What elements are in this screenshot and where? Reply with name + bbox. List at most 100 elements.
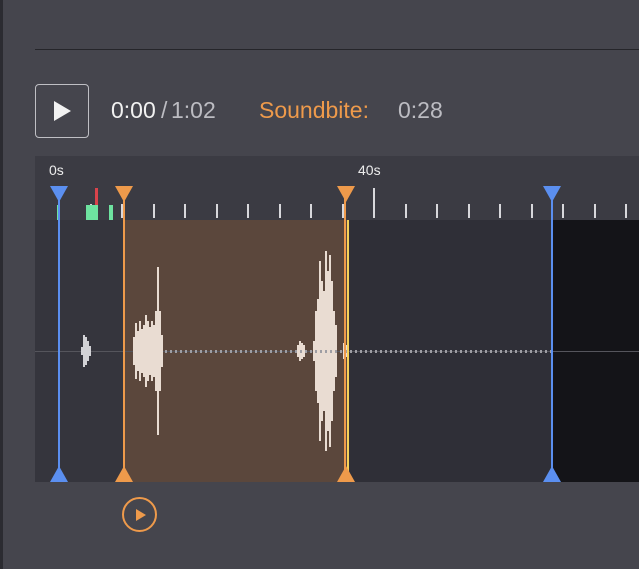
waveform-bar [225, 350, 227, 353]
waveform-bar [450, 350, 452, 353]
ruler-minor-tick [562, 204, 564, 218]
playhead[interactable] [347, 220, 349, 472]
waveform-bar [365, 350, 367, 353]
waveform-bar [415, 350, 417, 353]
waveform-bar [210, 350, 212, 353]
waveform-bar [255, 350, 257, 353]
clip-start-handle-top[interactable] [50, 186, 68, 202]
waveform-bar [485, 350, 487, 353]
soundbite-start-handle-top[interactable] [115, 186, 133, 202]
clip-end-handle-top[interactable] [543, 186, 561, 202]
clip-start-handle-bottom[interactable] [50, 466, 68, 482]
waveform-bar [170, 350, 172, 353]
waveform-bar [525, 350, 527, 353]
ruler-minor-tick [279, 204, 281, 218]
waveform-bar [315, 350, 317, 353]
waveform-bar [290, 350, 292, 353]
waveform-bar [250, 350, 252, 353]
clip-end-line[interactable] [551, 196, 553, 472]
soundbite-label: Soundbite: [259, 97, 369, 123]
waveform-center-line [35, 351, 639, 352]
waveform-bar [420, 350, 422, 353]
waveform-bar [435, 350, 437, 353]
marker-green[interactable] [86, 205, 98, 220]
waveform-bar [195, 350, 197, 353]
play-icon [54, 101, 71, 121]
waveform-bar [480, 350, 482, 353]
ruler-minor-tick [310, 204, 312, 218]
waveform-bar [89, 346, 91, 356]
total-time: 1:02 [171, 97, 216, 123]
tick-label-0s: 0s [49, 162, 64, 178]
waveform-bar [200, 350, 202, 353]
ruler-major-tick [373, 188, 375, 218]
waveform-bar [285, 350, 287, 353]
soundbite-end-handle-top[interactable] [337, 186, 355, 202]
soundbite-duration: 0:28 [398, 97, 443, 123]
play-circle-icon [135, 508, 146, 521]
waveform-bar [490, 350, 492, 353]
current-time: 0:00 [111, 97, 156, 123]
waveform-bar [515, 350, 517, 353]
waveform-bar [161, 335, 163, 367]
soundbite-start-handle-bottom[interactable] [115, 466, 133, 482]
ruler-minor-tick [531, 204, 533, 218]
waveform-bar [475, 350, 477, 353]
tick-label-40s: 40s [358, 162, 381, 178]
soundbite-end-handle-bottom[interactable] [337, 466, 355, 482]
ruler-minor-tick [594, 204, 596, 218]
waveform-bar [400, 350, 402, 353]
waveform-bar [355, 350, 357, 353]
waveform-bar [240, 350, 242, 353]
soundbite-end-line[interactable] [344, 196, 346, 472]
waveform-bar [275, 350, 277, 353]
waveform-bar [215, 350, 217, 353]
play-button[interactable] [35, 84, 89, 138]
soundbite-start-line[interactable] [123, 196, 125, 472]
waveform-bar [185, 350, 187, 353]
clip-start-line[interactable] [58, 196, 60, 472]
waveform-bar [395, 350, 397, 353]
waveform-bar [180, 350, 182, 353]
waveform-bar [500, 350, 502, 353]
waveform-bar [410, 350, 412, 353]
waveform-bar [340, 350, 342, 353]
ruler-minor-tick [216, 204, 218, 218]
waveform-bar [190, 350, 192, 353]
waveform-bar [460, 350, 462, 353]
waveform-bar [370, 350, 372, 353]
waveform-bar [360, 350, 362, 353]
soundbite-play-button[interactable] [122, 497, 157, 532]
clip-end-handle-bottom[interactable] [543, 466, 561, 482]
waveform-area[interactable] [35, 220, 639, 482]
waveform-bar [270, 350, 272, 353]
ruler-minor-tick [468, 204, 470, 218]
ruler-minor-tick [184, 204, 186, 218]
waveform-bar [320, 350, 322, 353]
waveform-bar [300, 350, 302, 353]
waveform-bar [380, 350, 382, 353]
ruler-minor-tick [625, 204, 627, 218]
waveform-bar [375, 350, 377, 353]
waveform-bar [470, 350, 472, 353]
waveform-bar [505, 350, 507, 353]
waveform-bar [445, 350, 447, 353]
waveform-bar [205, 350, 207, 353]
waveform-bar [220, 350, 222, 353]
waveform-bar [520, 350, 522, 353]
waveform-bar [295, 350, 297, 353]
waveform-bar [390, 350, 392, 353]
waveform-bar [455, 350, 457, 353]
waveform-bar [495, 350, 497, 353]
marker-green[interactable] [109, 205, 113, 220]
waveform-bar [350, 350, 352, 353]
marker-red[interactable] [95, 188, 98, 205]
ruler-minor-tick [153, 204, 155, 218]
waveform-bar [330, 350, 332, 353]
waveform-bar [510, 350, 512, 353]
waveform-bar [465, 350, 467, 353]
timeline[interactable]: 0s 40s [35, 156, 639, 482]
waveform-bar [165, 350, 167, 353]
waveform-bar [535, 350, 537, 353]
ruler-minor-tick [436, 204, 438, 218]
